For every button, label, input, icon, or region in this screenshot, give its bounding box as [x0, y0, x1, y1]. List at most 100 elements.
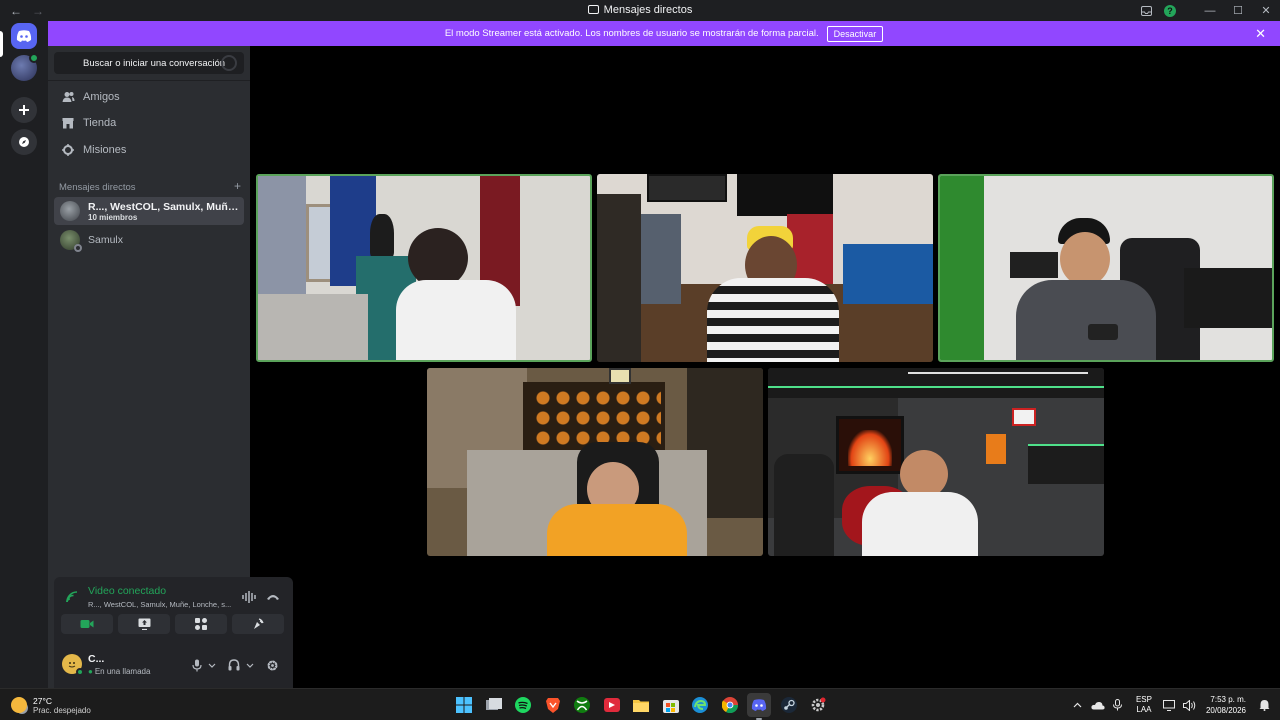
system-tray: ESP LAA 7:53 p. m. 20/08/2026 — [1068, 689, 1280, 720]
divider — [48, 80, 250, 81]
search-placeholder: Buscar o iniciar una conversación — [83, 57, 226, 69]
selected-pill — [0, 31, 3, 57]
nav-friends-label: Amigos — [83, 91, 120, 103]
title-bar: ← → Mensajes directos ? — ☐ ✕ — [0, 0, 1280, 21]
language-indicator[interactable]: ESP LAA — [1136, 695, 1152, 715]
group-avatar — [60, 201, 80, 221]
microphone-tray-icon[interactable] — [1108, 695, 1128, 715]
noise-suppression-button[interactable] — [241, 590, 257, 604]
dm-item-group[interactable]: R..., WestCOL, Samulx, Muñe, L... 10 mie… — [54, 197, 244, 225]
online-status-indicator — [76, 668, 84, 676]
back-button[interactable]: ← — [10, 4, 22, 18]
inbox-icon — [587, 5, 599, 14]
spotify-icon[interactable] — [511, 693, 535, 717]
screen-share-button[interactable] — [118, 614, 170, 634]
friends-icon — [61, 90, 75, 104]
disconnect-button[interactable] — [265, 590, 281, 604]
streamer-mode-banner: El modo Streamer está activado. Los nomb… — [48, 21, 1280, 46]
edge-icon[interactable] — [688, 693, 712, 717]
create-dm-button[interactable]: + — [234, 180, 241, 193]
voice-status[interactable]: Video conectado — [88, 585, 166, 597]
plus-icon — [19, 105, 29, 115]
discord-logo-icon — [16, 30, 32, 42]
discord-window: ← → Mensajes directos ? — ☐ ✕ El modo St… — [0, 0, 1280, 720]
video-tile-3[interactable] — [938, 174, 1274, 362]
soundboard-button[interactable] — [232, 614, 284, 634]
add-server-button[interactable] — [11, 97, 37, 123]
activities-button[interactable] — [175, 614, 227, 634]
user-avatar[interactable] — [62, 654, 84, 676]
windows-start-icon[interactable] — [452, 693, 476, 717]
chevron-down-icon — [246, 663, 254, 668]
history-nav: ← → — [10, 4, 44, 18]
gear-icon — [267, 660, 278, 670]
forward-button[interactable]: → — [32, 4, 44, 18]
dm-item-samulx[interactable]: Samulx — [54, 226, 244, 254]
settings-icon[interactable] — [806, 693, 830, 717]
clock[interactable]: 7:53 p. m. 20/08/2026 — [1206, 694, 1246, 716]
avatar-face-icon — [68, 662, 76, 668]
video-camera-icon — [80, 620, 94, 628]
xbox-icon[interactable] — [570, 693, 594, 717]
chevron-down-icon — [208, 663, 216, 668]
audio-options-button[interactable] — [246, 657, 254, 673]
banner-close-icon[interactable]: ✕ — [1255, 26, 1266, 42]
nav-friends[interactable]: Amigos — [54, 85, 244, 109]
connection-signal-icon — [66, 591, 78, 603]
video-tile-5[interactable] — [768, 368, 1104, 556]
maximize-button[interactable]: ☐ — [1224, 0, 1252, 21]
banner-text: El modo Streamer está activado. Los nomb… — [444, 28, 819, 39]
deafen-button[interactable] — [228, 657, 240, 673]
nav-quests[interactable]: Misiones — [54, 138, 244, 162]
video-tile-2[interactable] — [597, 174, 933, 362]
home-button[interactable] — [11, 23, 37, 49]
brave-icon[interactable] — [541, 693, 565, 717]
search-input[interactable]: Buscar o iniciar una conversación — [54, 52, 244, 74]
user-status: ● En una llamada — [88, 667, 150, 676]
dm-sidebar: Buscar o iniciar una conversación Amigos… — [48, 46, 293, 720]
server-avatar[interactable] — [11, 53, 39, 81]
tray-overflow-icon[interactable] — [1068, 695, 1088, 715]
network-icon[interactable] — [1160, 695, 1180, 715]
activities-icon — [195, 618, 207, 630]
loading-spinner-icon — [221, 55, 237, 71]
close-window-button[interactable]: ✕ — [1252, 0, 1280, 21]
steam-icon[interactable] — [777, 693, 801, 717]
discord-icon[interactable] — [747, 693, 771, 720]
microphone-icon — [192, 659, 202, 671]
taskbar-apps — [452, 693, 830, 720]
file-explorer-icon[interactable] — [482, 693, 506, 717]
nav-store[interactable]: Tienda — [54, 111, 244, 135]
compass-icon — [19, 137, 29, 147]
weather-widget[interactable]: 27°C Prac. despejado — [11, 693, 91, 717]
clock-date: 20/08/2026 — [1205, 706, 1246, 715]
windows-taskbar: 27°C Prac. despejado ESP LAA 7:53 p. m. … — [0, 688, 1280, 720]
mute-button[interactable] — [192, 657, 202, 673]
mic-options-button[interactable] — [208, 657, 216, 673]
camera-button[interactable] — [61, 614, 113, 634]
user-settings-button[interactable] — [266, 657, 279, 673]
chrome-icon[interactable] — [718, 693, 742, 717]
minimize-button[interactable]: — — [1196, 0, 1224, 21]
soundboard-icon — [254, 618, 264, 629]
store-icon[interactable] — [659, 693, 683, 717]
clock-time: 7:53 p. m. — [1210, 695, 1246, 704]
onedrive-icon[interactable] — [1088, 695, 1108, 715]
volume-icon[interactable] — [1180, 695, 1200, 715]
inbox-button[interactable] — [1134, 0, 1158, 21]
title-bar-controls: ? — ☐ ✕ — [1134, 0, 1280, 21]
folder-icon[interactable] — [629, 693, 653, 717]
nav-store-label: Tienda — [83, 117, 117, 129]
screen-share-icon — [138, 618, 150, 630]
explore-button[interactable] — [11, 129, 37, 155]
help-icon: ? — [1164, 4, 1176, 17]
deactivate-streamer-button[interactable]: Desactivar — [826, 25, 884, 42]
video-tile-4[interactable] — [427, 368, 763, 556]
video-tile-1[interactable] — [256, 174, 592, 362]
username: C... — [88, 653, 105, 665]
dm-section-header: Mensajes directos + — [59, 180, 241, 193]
help-button[interactable]: ? — [1158, 0, 1182, 21]
notification-bell-icon[interactable] — [1254, 695, 1274, 715]
app-red-icon[interactable] — [600, 693, 624, 717]
dm-group-name: R..., WestCOL, Samulx, Muñe, L... — [88, 200, 240, 213]
